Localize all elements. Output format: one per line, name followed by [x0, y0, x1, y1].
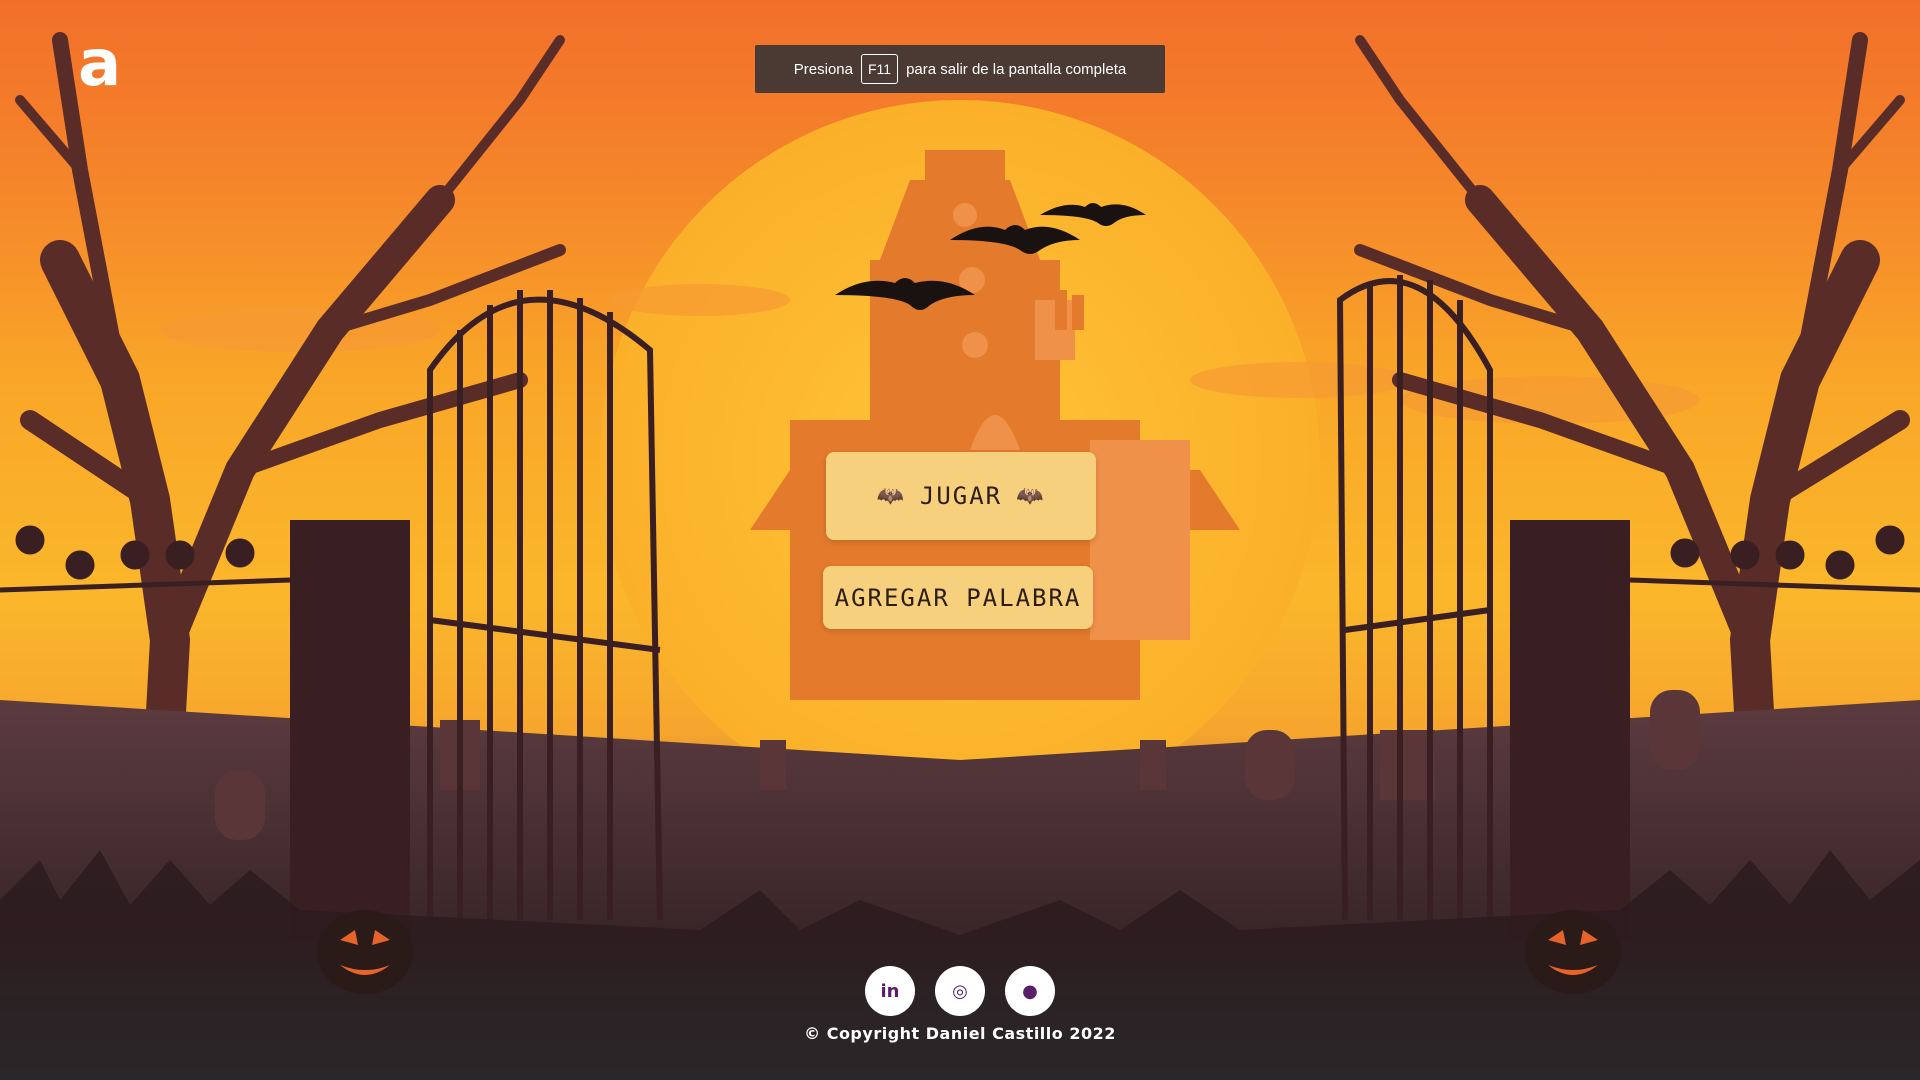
f11-key-badge: F11: [860, 54, 899, 84]
fullscreen-notice-prefix: Presiona: [793, 60, 853, 78]
play-button[interactable]: 🦇 JUGAR 🦇: [826, 452, 1096, 540]
copyright-text: © Copyright Daniel Castillo 2022: [804, 1024, 1116, 1043]
instagram-icon[interactable]: ◎: [935, 966, 985, 1016]
footer: in ◎ ● © Copyright Daniel Castillo 2022: [0, 966, 1920, 1043]
bat-icon: 🦇: [1016, 483, 1046, 509]
app-logo: a: [78, 27, 122, 101]
add-word-button[interactable]: AGREGAR PALABRA: [823, 566, 1093, 629]
fullscreen-notice-suffix: para salir de la pantalla completa: [906, 60, 1127, 78]
linkedin-icon[interactable]: in: [865, 966, 915, 1016]
add-word-button-label: AGREGAR PALABRA: [834, 583, 1082, 612]
fullscreen-exit-notice: Presiona F11 para salir de la pantalla c…: [755, 45, 1165, 93]
play-button-label: JUGAR: [919, 482, 1003, 510]
social-links: in ◎ ●: [865, 966, 1055, 1016]
bat-icon: 🦇: [876, 483, 906, 509]
github-icon[interactable]: ●: [1005, 966, 1055, 1016]
halloween-background-scene: [0, 32, 1920, 1080]
